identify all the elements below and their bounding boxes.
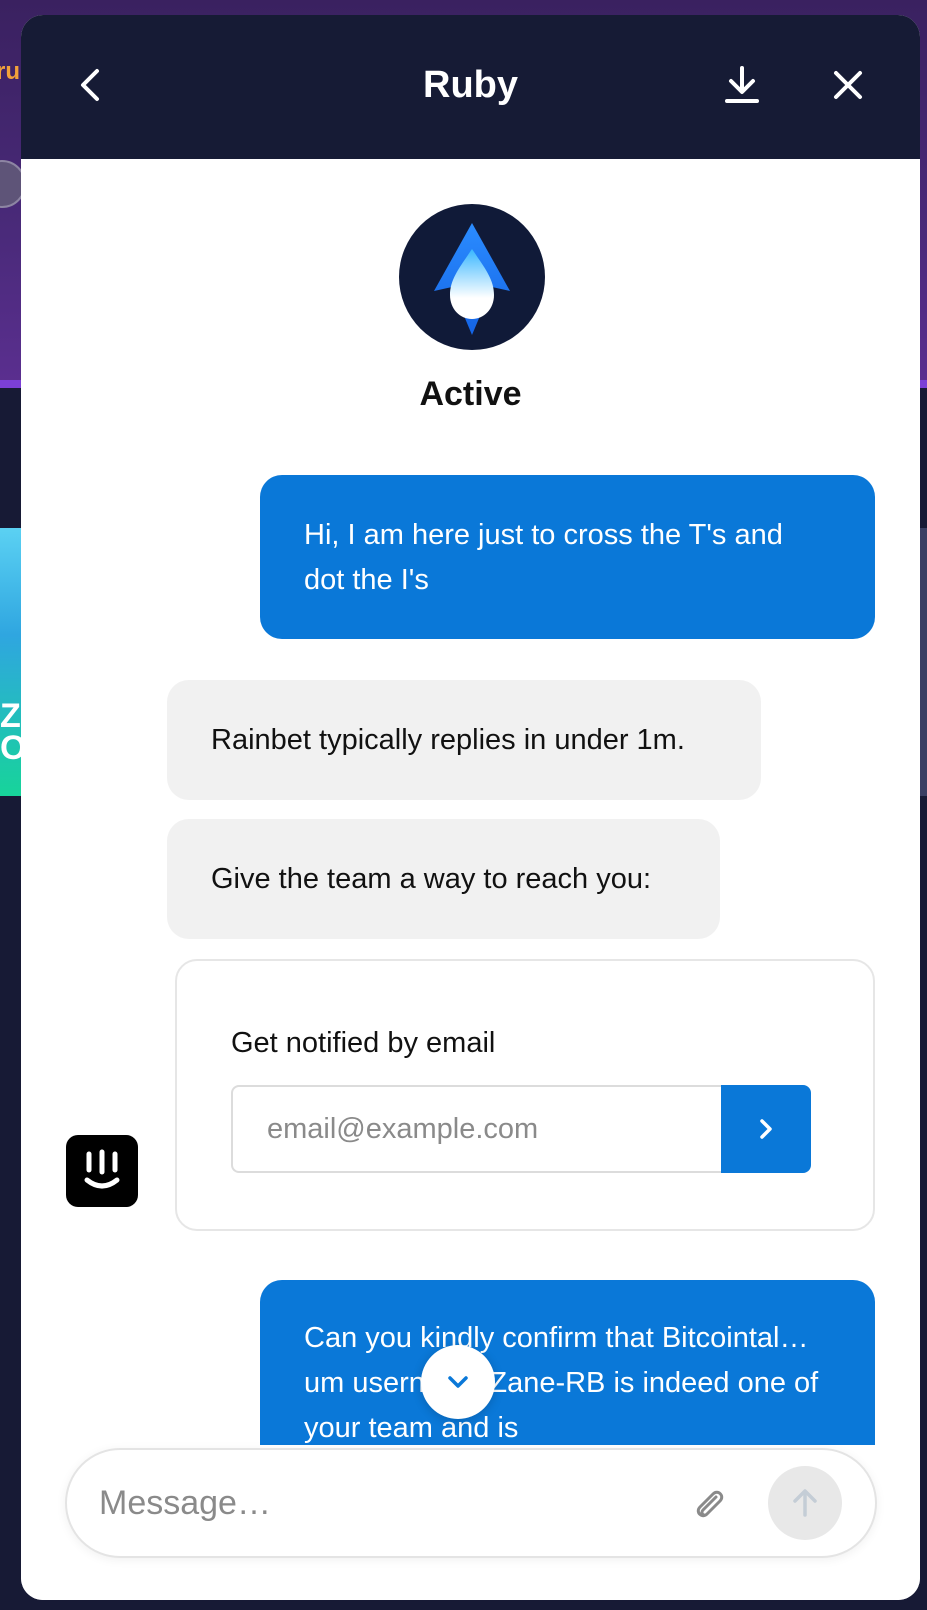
send-button[interactable]: [768, 1466, 842, 1540]
bot-message-text: Rainbet typically replies in under 1m.: [211, 724, 685, 756]
email-label: Get notified by email: [231, 1027, 496, 1059]
bot-message: Rainbet typically replies in under 1m.: [167, 680, 761, 800]
email-submit-button[interactable]: [721, 1085, 811, 1173]
email-capture-card: Get notified by email: [175, 959, 875, 1231]
paperclip-icon: [696, 1490, 724, 1518]
chevron-down-icon: [448, 1376, 468, 1388]
chevron-right-icon: [760, 1119, 772, 1139]
scroll-down-button[interactable]: [421, 1345, 495, 1419]
email-field[interactable]: [231, 1085, 721, 1173]
download-button[interactable]: [718, 61, 766, 109]
arrow-up-icon: [793, 1489, 817, 1517]
chat-title: Ruby: [423, 64, 518, 106]
chat-window: Ruby Active Hi, I am here just to cross …: [21, 15, 920, 1600]
close-button[interactable]: [824, 61, 872, 109]
blue-drop-logo-icon: [434, 223, 510, 335]
chat-header: Ruby: [21, 15, 920, 159]
download-icon: [725, 66, 759, 103]
intercom-logo-icon: [84, 1149, 120, 1189]
message-input[interactable]: [99, 1472, 659, 1534]
message-composer: [65, 1448, 877, 1558]
user-message: Hi, I am here just to cross the T's and …: [260, 475, 875, 639]
background-text: ru: [0, 58, 20, 85]
agent-status: Active: [419, 375, 522, 413]
bot-message: Give the team a way to reach you:: [167, 819, 720, 939]
attach-button[interactable]: [685, 1480, 733, 1528]
bot-avatar: [66, 1135, 138, 1207]
agent-avatar: [399, 204, 545, 350]
bot-message-text: Give the team a way to reach you:: [211, 863, 652, 895]
close-icon: [834, 71, 862, 99]
